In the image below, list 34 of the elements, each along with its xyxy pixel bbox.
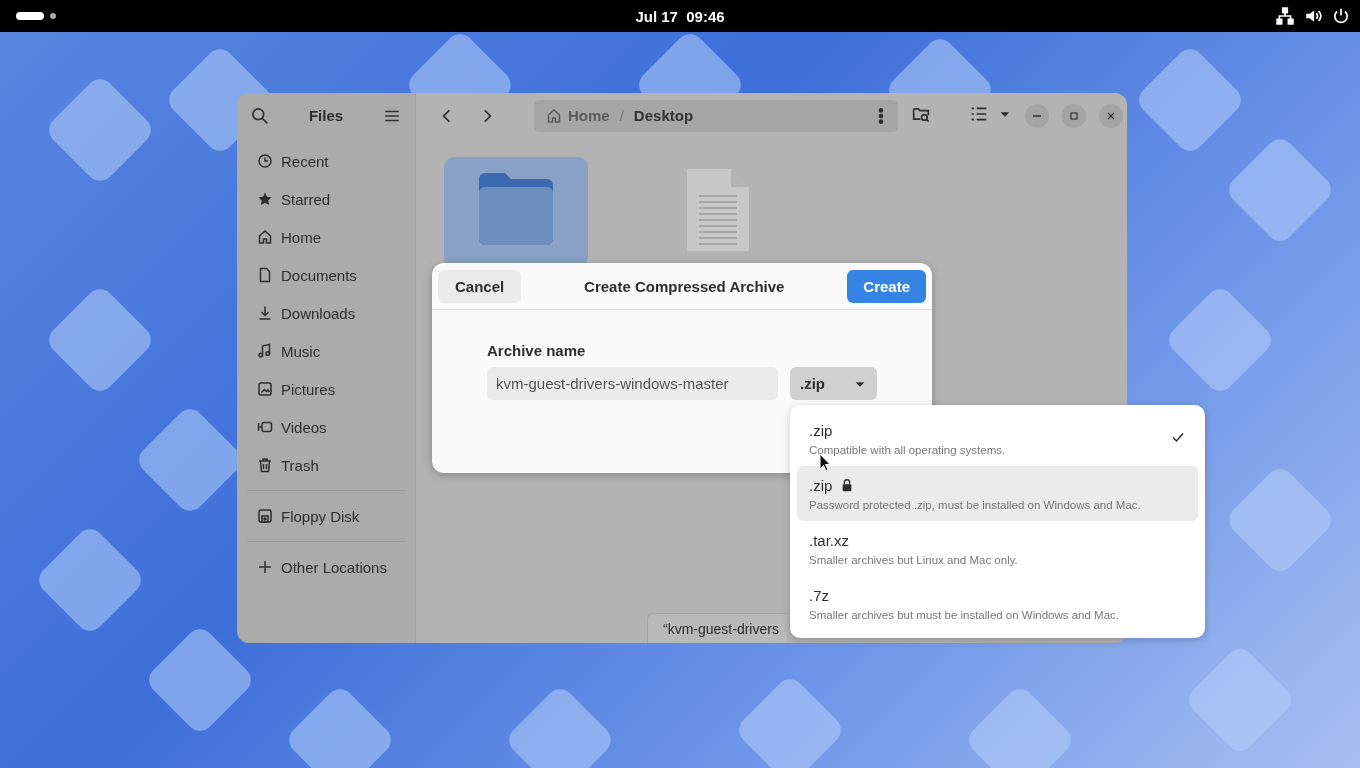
format-name: .zip xyxy=(809,421,833,439)
format-option[interactable]: .tar.xz Smaller archives but Linux and Mac only. xyxy=(797,521,1198,576)
clock[interactable]: Jul 17 09:46 xyxy=(635,7,725,25)
sidebar-item[interactable]: Other Locations xyxy=(243,548,409,586)
format-option[interactable]: .zip Compatible with all operating systems. xyxy=(797,411,1198,466)
field-label: Archive name xyxy=(487,342,587,359)
sidebar-item[interactable]: Floppy Disk xyxy=(243,497,409,535)
format-description: Smaller archives but Linux and Mac only. xyxy=(809,553,1018,566)
format-dropdown[interactable]: .zip xyxy=(790,367,877,400)
format-name: .tar.xz xyxy=(809,531,849,549)
sidebar-item[interactable]: Starred xyxy=(243,180,409,218)
format-description: Compatible with all operating systems. xyxy=(809,443,1006,456)
format-option[interactable]: .7z Smaller archives but must be installed on Windows and Mac. xyxy=(797,576,1198,631)
format-name: .zip xyxy=(809,476,833,494)
sidebar-item[interactable]: Home xyxy=(243,218,409,256)
sidebar-item[interactable]: Downloads xyxy=(243,294,409,332)
dialog-title: Create Compressed Archive xyxy=(584,277,785,295)
format-name: .7z xyxy=(809,586,829,604)
format-description: Password protected .zip, must be installed on Windows and Mac. xyxy=(809,498,1141,511)
status-notification: “kvm-guest-drivers xyxy=(647,613,787,643)
sidebar-item[interactable]: Trash xyxy=(243,446,409,484)
create-button[interactable]: Create xyxy=(847,269,926,303)
sidebar-item[interactable]: Videos xyxy=(243,408,409,446)
path-separator: / xyxy=(619,107,624,124)
cancel-button[interactable]: Cancel xyxy=(438,269,522,303)
sidebar-item[interactable]: Pictures xyxy=(243,370,409,408)
path-crumb[interactable]: Desktop xyxy=(633,107,694,124)
sidebar-item[interactable]: Documents xyxy=(243,256,409,294)
archive-name-field[interactable]: kvm-guest-drivers-windows-master xyxy=(487,367,778,400)
format-description: Smaller archives but must be installed on Windows and Mac. xyxy=(809,608,1119,621)
app-title: Files xyxy=(308,107,344,124)
sidebar-item[interactable]: Recent xyxy=(243,142,409,180)
format-option[interactable]: .zip Password protected .zip, must be installed on Windows and Mac. xyxy=(797,466,1198,521)
sidebar-item[interactable]: Music xyxy=(243,332,409,370)
